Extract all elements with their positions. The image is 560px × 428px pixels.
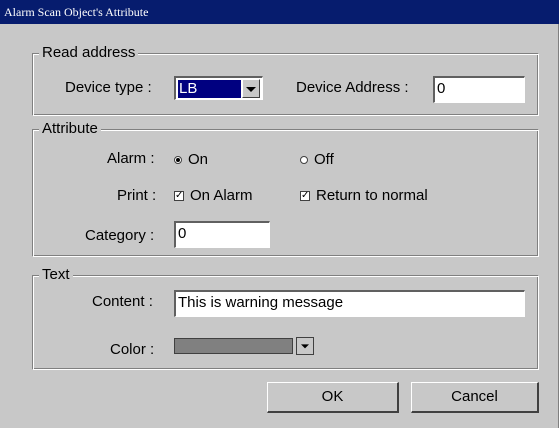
alarm-on-radio[interactable] [174, 156, 182, 164]
category-input[interactable]: 0 [174, 221, 270, 248]
device-type-select[interactable]: LB [174, 76, 263, 100]
window-title: Alarm Scan Object's Attribute [0, 0, 559, 24]
color-label: Color : [110, 341, 155, 358]
color-dropdown-button[interactable] [296, 337, 314, 355]
device-type-dropdown-button[interactable] [242, 79, 260, 98]
alarm-off-radio[interactable] [300, 156, 308, 164]
cancel-button[interactable]: Cancel [411, 382, 539, 413]
ok-button[interactable]: OK [267, 382, 399, 413]
alarm-on-label[interactable]: On [188, 151, 208, 169]
content-label: Content : [92, 293, 153, 310]
color-swatch[interactable] [174, 338, 293, 354]
device-address-input[interactable]: 0 [433, 76, 525, 103]
device-type-label: Device type : [65, 79, 152, 96]
chevron-down-icon [246, 86, 256, 92]
content-input[interactable]: This is warning message [174, 290, 525, 317]
attribute-legend: Attribute [39, 120, 101, 138]
print-label: Print : [117, 187, 157, 204]
print-on-alarm-checkbox[interactable]: ✓ [174, 191, 184, 201]
read-address-legend: Read address [39, 44, 139, 62]
print-return-checkbox[interactable]: ✓ [300, 191, 310, 201]
category-label: Category : [85, 227, 155, 244]
text-legend: Text [39, 266, 73, 284]
alarm-off-label[interactable]: Off [314, 151, 334, 169]
device-type-value: LB [178, 80, 241, 98]
alarm-label: Alarm : [107, 150, 155, 167]
alarm-scan-attribute-dialog: Alarm Scan Object's Attribute Read addre… [0, 0, 559, 428]
print-on-alarm-label[interactable]: On Alarm [190, 187, 253, 205]
print-return-label[interactable]: Return to normal [316, 187, 428, 205]
device-address-label: Device Address : [296, 79, 409, 96]
chevron-down-icon [301, 344, 309, 349]
radio-selected-dot [176, 158, 180, 162]
